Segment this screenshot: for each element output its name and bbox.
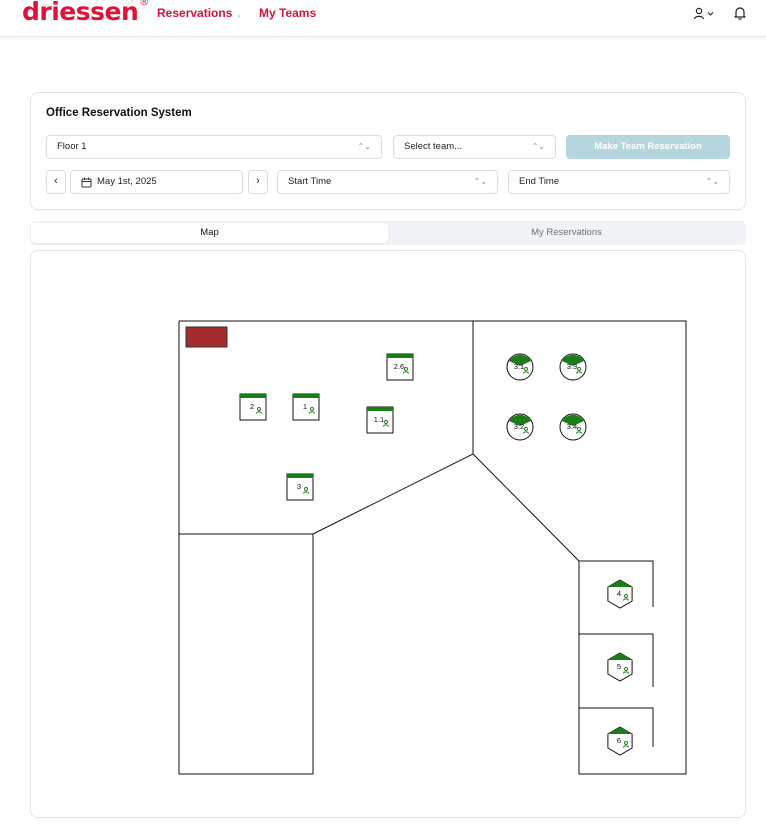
- make-team-reservation-button[interactable]: Make Team Reservation: [566, 135, 730, 159]
- desk-3-4[interactable]: 3.4: [559, 413, 587, 441]
- floor-plan-map: 2.6 2 1 1.1 3 3.1 3.3 3.2 3.4 4 5 6: [178, 320, 687, 775]
- desk-label: 5: [617, 662, 621, 671]
- nav-my-teams-label: My Teams: [259, 6, 317, 20]
- desk-label: 2: [250, 402, 254, 411]
- desk-label: 2.6: [394, 362, 404, 371]
- next-day-button[interactable]: ›: [248, 170, 268, 194]
- chevron-updown-icon: ⌃⌄: [531, 142, 545, 151]
- desk-label: 3.3: [567, 362, 577, 371]
- chevron-updown-icon: ⌃⌄: [357, 142, 371, 151]
- driessen-logo[interactable]: driessen®: [22, 0, 149, 26]
- notifications-button[interactable]: [732, 5, 748, 21]
- desk-2-6[interactable]: 2.6: [386, 353, 414, 381]
- tab-my-reservations[interactable]: My Reservations: [388, 223, 745, 243]
- chevron-updown-icon: ⌃⌄: [705, 177, 719, 186]
- desk-label: 3.2: [514, 422, 524, 431]
- chevron-down-icon: ⌄: [235, 10, 243, 19]
- desk-3-2[interactable]: 3.2: [506, 413, 534, 441]
- desk-6[interactable]: 6: [607, 726, 633, 756]
- bell-icon: [734, 7, 746, 20]
- view-tabs: Map My Reservations: [30, 221, 746, 245]
- desk-4[interactable]: 4: [607, 579, 633, 609]
- user-menu-button[interactable]: [692, 6, 718, 22]
- team-select[interactable]: Select team... ⌃⌄: [393, 135, 556, 159]
- end-time-value: End Time: [519, 176, 560, 187]
- panel-title: Office Reservation System: [46, 107, 192, 119]
- desk-label: 6: [617, 736, 621, 745]
- floor-map-panel: 2.6 2 1 1.1 3 3.1 3.3 3.2 3.4 4 5 6: [30, 250, 746, 818]
- desk-5[interactable]: 5: [607, 652, 633, 682]
- previous-day-button[interactable]: ‹: [46, 170, 66, 194]
- user-icon: [693, 7, 714, 20]
- desk-1-1[interactable]: 1.1: [366, 406, 394, 434]
- tab-map[interactable]: Map: [31, 223, 388, 243]
- calendar-icon: [81, 177, 92, 188]
- desk-3-1[interactable]: 3.1: [506, 353, 534, 381]
- desk-3-3[interactable]: 3.3: [559, 353, 587, 381]
- desk-2[interactable]: 2: [239, 393, 267, 421]
- blocked-area: [185, 326, 228, 348]
- date-value: May 1st, 2025: [97, 176, 157, 187]
- floor-select-value: Floor 1: [57, 141, 87, 152]
- floor-walls: [178, 320, 687, 775]
- chevron-updown-icon: ⌃⌄: [473, 177, 487, 186]
- top-navigation-bar: driessen® Reservations ⌄ My Teams: [0, 0, 766, 37]
- nav-my-teams[interactable]: My Teams: [259, 6, 316, 20]
- chevron-left-icon: ‹: [54, 175, 58, 187]
- team-select-value: Select team...: [404, 141, 463, 152]
- start-time-value: Start Time: [288, 176, 332, 187]
- desk-label: 3.1: [514, 362, 524, 371]
- desk-label: 3.4: [567, 422, 577, 431]
- desk-label: 4: [617, 589, 621, 598]
- start-time-select[interactable]: Start Time ⌃⌄: [277, 170, 498, 194]
- nav-reservations[interactable]: Reservations ⌄: [157, 6, 242, 20]
- desk-label: 3: [297, 482, 301, 491]
- desk-3[interactable]: 3: [286, 473, 314, 501]
- desk-label: 1: [303, 402, 307, 411]
- chevron-right-icon: ›: [256, 175, 260, 187]
- reservation-panel: Office Reservation System Floor 1 ⌃⌄ Sel…: [30, 92, 746, 210]
- nav-reservations-label: Reservations: [157, 6, 233, 20]
- desk-label: 1.1: [374, 415, 384, 424]
- desk-1[interactable]: 1: [292, 393, 320, 421]
- end-time-select[interactable]: End Time ⌃⌄: [508, 170, 730, 194]
- floor-select[interactable]: Floor 1 ⌃⌄: [46, 135, 382, 159]
- date-picker[interactable]: May 1st, 2025: [70, 170, 243, 194]
